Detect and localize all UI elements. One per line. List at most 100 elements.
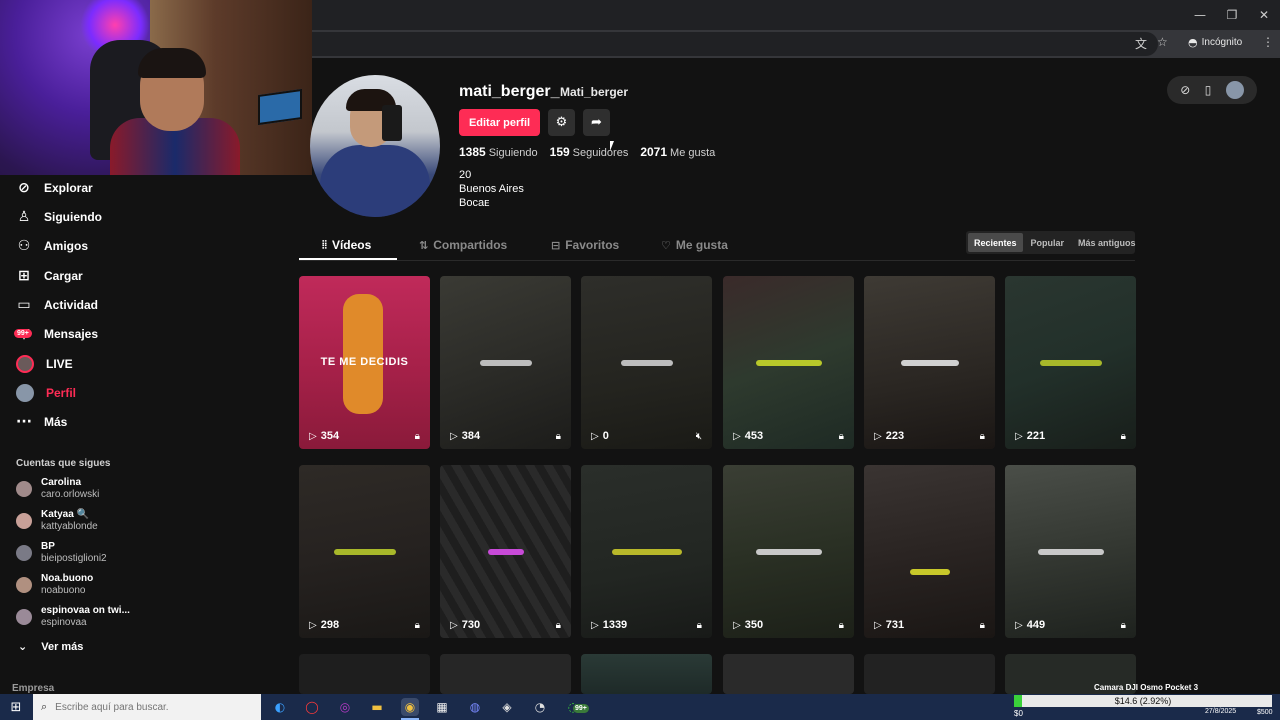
avatar-jacket	[320, 145, 430, 217]
sidebar-item-explorar[interactable]: ⊘ Explorar	[16, 177, 93, 199]
followers-stat[interactable]: 159 Seguidores	[550, 145, 629, 159]
video-views: ▷ 730	[450, 619, 480, 631]
device-icon[interactable]: ▯	[1205, 83, 1212, 97]
steam-icon[interactable]: ◈	[498, 698, 516, 716]
profile-nickname: Mati_berger	[560, 85, 629, 99]
file-explorer-icon[interactable]: ▬	[368, 698, 386, 716]
play-icon: ▷	[1015, 619, 1023, 631]
video-thumbnail[interactable]: ▷ 384 🔒︎	[440, 276, 571, 449]
settings-icon[interactable]: ⚙	[548, 109, 575, 136]
following-account-name: Noa.buono	[41, 573, 94, 584]
following-account[interactable]: Noa.buono noabuono	[16, 573, 296, 599]
thumbnail-text-bar	[755, 549, 822, 555]
video-thumbnail[interactable]	[440, 654, 571, 694]
video-thumbnail[interactable]: TE ME DECIDIS ▷ 354 🔒︎	[299, 276, 430, 449]
thumbnail-figure	[343, 294, 383, 414]
video-thumbnail[interactable]: ▷ 453 🔒︎	[723, 276, 854, 449]
video-thumbnail[interactable]	[581, 654, 712, 694]
windows-start-icon[interactable]: ⊞	[0, 694, 32, 720]
edit-profile-button[interactable]: Editar perfil	[459, 109, 540, 136]
taskbar-search[interactable]: ⌕	[33, 694, 261, 720]
video-thumbnail[interactable]: ▷ 730 🔒︎	[440, 465, 571, 638]
company-link[interactable]: Empresa	[12, 683, 54, 694]
window-controls: — ❐ ✕	[1184, 0, 1280, 30]
heart-icon: ♡	[661, 238, 671, 252]
sidebar-item-label: Perfil	[46, 386, 77, 400]
likes-count: 2071	[640, 145, 668, 159]
sort-recent-button[interactable]: Recientes	[968, 233, 1023, 252]
video-thumbnail[interactable]: ▷ 449 🔒︎	[1005, 465, 1136, 638]
share-icon[interactable]: ➦	[583, 109, 610, 136]
sort-popular-button[interactable]: Popular	[1025, 233, 1071, 252]
lock-icon: 🔒︎	[979, 620, 985, 631]
sidebar-item-cargar[interactable]: ⊞ Cargar	[16, 265, 83, 287]
tab-label: Compartidos	[433, 238, 508, 252]
star-icon[interactable]: ☆	[1157, 35, 1168, 49]
restore-icon[interactable]: ❐	[1216, 0, 1248, 30]
video-thumbnail[interactable]	[864, 654, 995, 694]
play-icon: ▷	[450, 619, 458, 631]
video-views: ▷ 384	[450, 430, 480, 442]
thumbnail-text-bar	[1037, 549, 1104, 555]
discord-icon[interactable]: ◍	[466, 698, 484, 716]
following-stat[interactable]: 1385 Siguiendo	[459, 145, 538, 159]
sidebar-item-label: Cargar	[44, 269, 83, 283]
thumbnail-text-bar	[620, 360, 673, 366]
sidebar-item-actividad[interactable]: ▭ Actividad	[16, 294, 98, 316]
opera-icon[interactable]: ◯	[303, 698, 321, 716]
views-count: 298	[320, 619, 340, 631]
taskbar-search-input[interactable]	[55, 701, 236, 713]
incognito-indicator[interactable]: ◓ Incógnito	[1188, 36, 1242, 49]
lock-icon: 🔒︎	[696, 620, 702, 631]
chrome-icon[interactable]: ◉	[401, 698, 419, 716]
video-thumbnail[interactable]	[723, 654, 854, 694]
translate-icon[interactable]: 文	[1135, 35, 1147, 52]
tab-shared[interactable]: ⇅ Compartidos	[419, 230, 507, 260]
sidebar-item-mas[interactable]: ··· Más	[16, 411, 67, 433]
sidebar-item-perfil[interactable]: Perfil	[16, 382, 76, 404]
views-count: 0	[602, 430, 609, 442]
play-icon: ▷	[591, 619, 599, 631]
webcam-monitor	[258, 88, 302, 126]
sidebar-item-live[interactable]: LIVE	[16, 353, 73, 375]
video-thumbnail[interactable]: ▷ 0 🔇︎	[581, 276, 712, 449]
store-icon[interactable]: ▦	[433, 698, 451, 716]
minimize-icon[interactable]: —	[1184, 0, 1216, 30]
video-thumbnail[interactable]: ▷ 221 🔒︎	[1005, 276, 1136, 449]
views-count: 453	[744, 430, 764, 442]
close-icon[interactable]: ✕	[1248, 0, 1280, 30]
video-caption: TE ME DECIDIS	[320, 356, 409, 368]
sort-oldest-button[interactable]: Más antiguos	[1072, 233, 1142, 252]
avatar[interactable]	[1225, 81, 1244, 99]
video-thumbnail[interactable]: ▷ 298 🔒︎	[299, 465, 430, 638]
video-thumbnail[interactable]: ▷ 223 🔒︎	[864, 276, 995, 449]
webcam-person-hair	[138, 48, 206, 78]
edge-icon[interactable]: ◐	[271, 698, 289, 716]
browser-icon[interactable]: ◎	[336, 698, 354, 716]
compass-icon[interactable]: ⊘	[1180, 83, 1190, 97]
tab-favorites[interactable]: ⊟ Favoritos	[551, 230, 619, 260]
video-thumbnail[interactable]: ▷ 731 🔒︎	[864, 465, 995, 638]
following-account[interactable]: espinovaa on twi... espinovaa	[16, 605, 296, 631]
video-thumbnail[interactable]: ▷ 350 🔒︎	[723, 465, 854, 638]
following-account-user: bieipostiglioni2	[41, 553, 107, 564]
activity-icon: ▭	[17, 297, 31, 313]
sidebar-item-siguiendo[interactable]: ♙ Siguiendo	[16, 206, 102, 228]
thumbnail-text-bar	[909, 569, 950, 575]
tab-videos[interactable]: ⦙⦙ Vídeos	[322, 230, 371, 260]
tab-liked[interactable]: ♡ Me gusta	[661, 230, 728, 260]
video-thumbnail[interactable]: ▷ 1339 🔒︎	[581, 465, 712, 638]
kebab-menu-icon[interactable]: ⋮	[1262, 35, 1274, 49]
following-account[interactable]: BP bieipostiglioni2	[16, 541, 296, 567]
obs-icon[interactable]: ◔	[531, 698, 549, 716]
upload-icon: ⊞	[18, 268, 30, 284]
profile-avatar-large[interactable]	[310, 75, 440, 217]
thumbnail-text-bar	[479, 360, 532, 366]
sidebar-item-amigos[interactable]: ⚇ Amigos	[16, 235, 88, 257]
followers-label: Seguidores	[572, 147, 629, 159]
video-thumbnail[interactable]	[299, 654, 430, 694]
see-more-button[interactable]: ⌄ Ver más	[18, 640, 83, 653]
following-account[interactable]: Carolina caro.orlowski	[16, 477, 296, 503]
following-account[interactable]: Katyaa 🔍 kattyablonde	[16, 509, 296, 535]
repost-icon: ⇅	[419, 238, 429, 252]
